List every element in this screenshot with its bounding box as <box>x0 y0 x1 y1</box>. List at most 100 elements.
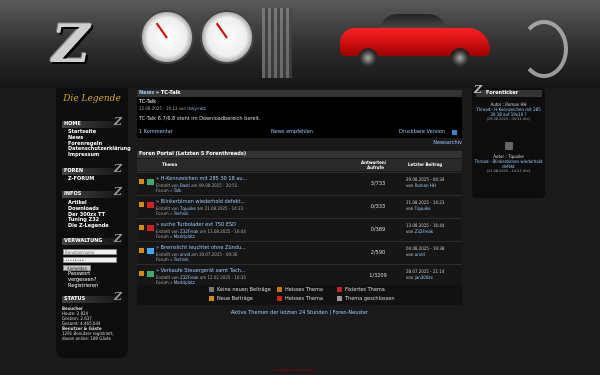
folder-icon <box>139 271 144 276</box>
legend-label: Thema geschlossen <box>345 296 395 302</box>
thread-icon <box>147 225 154 231</box>
register-link[interactable]: Registrieren <box>68 283 98 290</box>
last-post: 29.08.2025 - 04:34 von Roman HH <box>406 177 445 188</box>
print-link[interactable]: Druckbare Version <box>399 129 445 136</box>
engine-image <box>262 8 292 78</box>
table-row[interactable]: » suche Turbolader evt 750 ESD Erstellt … <box>137 218 462 241</box>
legend-label: Heisses Thema <box>285 296 323 302</box>
last-post: 28.07.2025 - 21:14 von jan300zx <box>406 269 445 280</box>
password-input[interactable]: •••••••• <box>63 257 117 263</box>
reply-count: 3/733 <box>370 181 386 187</box>
table-row[interactable]: » Bremslicht leuchtet ohne Zündu... Erst… <box>137 241 462 264</box>
thread-meta: Erstellt von Z32Freak am 13.08.2025 - 16… <box>156 229 246 239</box>
thread-icon <box>147 202 154 208</box>
legend-title: Die Legende <box>63 94 121 104</box>
folder-icon <box>139 202 144 207</box>
col-last-post: Letzter Beitrag <box>408 162 443 167</box>
tachometer-image <box>200 10 254 64</box>
col-thema: Thema <box>162 162 178 167</box>
icon-legend: Keine neuen Beiträge Heisses Thema Fixie… <box>137 285 462 305</box>
col-answers-2: Aufrufe <box>367 165 384 170</box>
table-row[interactable]: » H-Kennzeichen mit 285 30 18 au... Erst… <box>137 172 462 195</box>
breadcrumb-news-link[interactable]: News <box>139 90 154 96</box>
footer-credit: POWERED BY PHP-FUSION <box>274 368 314 372</box>
thread-meta: Erstellt von arvid am 30.07.2025 - 09:36… <box>156 252 238 262</box>
login-links: Passwort vergessen? Registrieren <box>68 271 98 290</box>
forum-ticker: Z Forenticker Autor : Roman HH Thread - H… <box>472 84 545 198</box>
legend-label: Keine neuen Beiträge <box>217 287 271 293</box>
news-footer: 1 Kommentar News empfehlen Druckbare Ver… <box>137 129 462 136</box>
status-line: davon online: 189 Gäste <box>62 336 112 341</box>
thread-meta: Erstellt von Tquuike am 21.08.2025 - 14:… <box>156 206 244 216</box>
reply-count: 1/3209 <box>369 273 387 279</box>
breadcrumb: News » TC-Talk <box>137 90 462 97</box>
foren-section-header: FOREN Z <box>62 162 124 175</box>
ticker-thread-link[interactable]: Thread - Blinkerbirnen wiederhold defekt <box>474 159 543 169</box>
ticker-date: (21.08.2025 - 14:23 Uhr) <box>486 169 531 173</box>
legend-label: Fixiertes Thema <box>345 287 385 293</box>
foren-nav: Z-FORUM <box>68 176 94 183</box>
table-header: Thema Antworten/ Aufrufe Letzter Beitrag <box>137 159 462 171</box>
thread-title-link[interactable]: » Bremslicht leuchtet ohne Zündu... <box>156 245 246 251</box>
forum-newest-link[interactable]: Foren-Neuster <box>333 310 368 316</box>
last-post: 04.08.2025 - 19:38 von arvid <box>406 246 445 257</box>
ticker-thread-link[interactable]: Thread - H-Kennzeichen mit 285 30 18 auf… <box>474 107 543 117</box>
thread-icon <box>147 248 154 254</box>
folder-icon <box>139 225 144 230</box>
login-section-header: VERWALTUNG Z <box>62 232 124 245</box>
new-posts-icon <box>209 296 214 301</box>
ticker-header: Z Forenticker <box>474 84 542 97</box>
reply-count: 0/389 <box>370 227 386 233</box>
recommend-link[interactable]: News empfehlen <box>271 129 313 136</box>
reply-count: 0/333 <box>370 204 386 210</box>
print-icon[interactable] <box>452 130 457 135</box>
thread-title-link[interactable]: » Verkaufe Steuergerät samt Tach... <box>156 268 246 274</box>
forum-portal-header: Foren Portal (Letzten 5 Forenthreads) <box>137 151 462 158</box>
ticker-entry: Autor : Tquuike Thread - Blinkerbirnen w… <box>474 154 543 174</box>
infos-nav: Artikel Downloads Der 300zx TT Tuning Z3… <box>68 200 109 230</box>
table-row[interactable]: » Verkaufe Steuergerät samt Tach... Erst… <box>137 264 462 287</box>
sticky-icon <box>337 287 342 292</box>
wrench-icon <box>520 20 568 78</box>
thread-title-link[interactable]: » H-Kennzeichen mit 285 30 18 au... <box>156 176 247 182</box>
thread-icon <box>147 179 154 185</box>
nav-z-forum[interactable]: Z-FORUM <box>68 176 94 183</box>
news-author-link[interactable]: ricky-rotz <box>187 106 206 111</box>
thread-meta: Erstellt von Z32Freak am 12.02.2025 - 16… <box>156 275 246 285</box>
hot-topic-icon <box>277 287 282 292</box>
infos-section-header: INFOS Z <box>62 185 124 198</box>
header-banner: Z <box>0 0 600 88</box>
news-title: TC-Talk <box>139 99 157 105</box>
avatar <box>505 142 513 150</box>
thread-title-link[interactable]: » suche Turbolader evt 750 ESD <box>156 222 236 228</box>
nav-legende[interactable]: Die Z-Legende <box>68 223 109 230</box>
forum-footer-links: Aktive Themen der letzten 24 Stunden | F… <box>137 310 462 316</box>
speedometer-image <box>140 10 194 64</box>
thread-icon <box>147 271 154 277</box>
comment-link[interactable]: 1 Kommentar <box>139 129 173 136</box>
username-input[interactable]: Benutzername <box>63 249 117 255</box>
home-section-header: HOME Z <box>62 115 124 128</box>
ticker-date: (29.08.2025 - 04:34 Uhr) <box>486 117 531 121</box>
news-date: 22.08.2025 - 14:13 von ricky-rotz <box>139 106 206 111</box>
news-body: TC-Talk 6.7/6.8 steht im Downloadbereich… <box>139 116 261 122</box>
home-nav: Startseite News Forenregeln Datenschutze… <box>68 129 131 159</box>
no-new-posts-icon <box>209 287 214 292</box>
folder-icon <box>139 179 144 184</box>
locked-icon <box>337 296 342 301</box>
table-row[interactable]: » Blinkerbirnen wiederhold defekt... Ers… <box>137 195 462 218</box>
reply-count: 2/590 <box>370 250 386 256</box>
newsarchiv-link[interactable]: Newsarchiv <box>433 140 462 146</box>
status-block: Besucher Heute: 2.824 Gestern: 2.637 Ges… <box>62 306 114 341</box>
left-sidebar: Die Legende HOME Z Startseite News Forenr… <box>56 88 131 358</box>
legend-label: Heisses Thema <box>285 287 323 293</box>
status-section-header: STATUS Z <box>62 290 124 303</box>
nav-impressum[interactable]: Impressum <box>68 152 131 159</box>
car-image <box>340 12 490 70</box>
last-post: 21.08.2025 - 14:23 von Tquuike <box>406 200 445 211</box>
thread-title-link[interactable]: » Blinkerbirnen wiederhold defekt... <box>156 199 245 205</box>
active-topics-link[interactable]: Aktive Themen der letzten 24 Stunden <box>231 310 328 316</box>
z-logo: Z <box>52 14 90 75</box>
ticker-entry: Autor : Roman HH Thread - H-Kennzeichen … <box>474 102 543 122</box>
breadcrumb-current: » TC-Talk <box>155 90 181 96</box>
